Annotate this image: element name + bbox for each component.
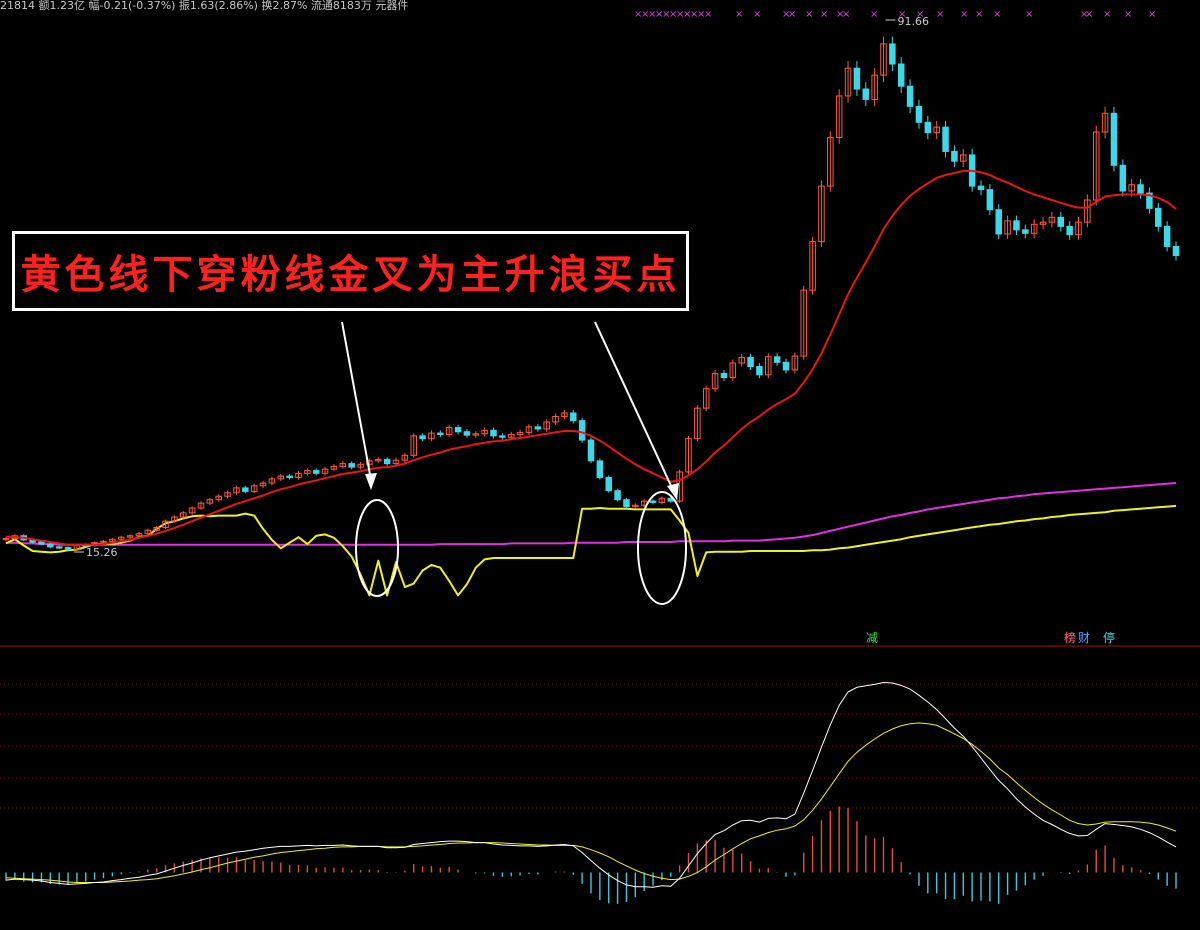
candle-body bbox=[312, 470, 320, 474]
candle-body bbox=[756, 366, 763, 376]
info-bar: 21814 额1.23亿 幅-0.21(-0.37%) 振1.63(2.86%)… bbox=[0, 0, 412, 12]
top-cross-marker: × bbox=[1085, 9, 1093, 20]
top-cross-marker: × bbox=[1124, 9, 1132, 20]
candle-body bbox=[47, 543, 54, 548]
candle-body bbox=[490, 429, 497, 437]
stock-chart-stage: 91.66 15.26 × × × × × × × × × × × × × × × × × × × × × × × × × × × × × ×… bbox=[0, 0, 1200, 930]
candle-body bbox=[578, 420, 586, 441]
candle-body bbox=[1057, 216, 1065, 227]
candle-body bbox=[454, 427, 462, 433]
candle-body bbox=[1172, 245, 1180, 257]
top-cross-marker: × bbox=[993, 9, 1001, 20]
candle-body bbox=[1163, 225, 1171, 247]
candle-body bbox=[286, 475, 293, 478]
candle-body bbox=[773, 356, 781, 363]
cai-tag: 财 bbox=[1078, 631, 1091, 645]
candle-body bbox=[1110, 112, 1118, 166]
candle-body bbox=[55, 546, 63, 549]
candle-body bbox=[977, 185, 985, 191]
pointer-arrow-left bbox=[341, 321, 372, 481]
top-cross-marker: × bbox=[898, 9, 906, 20]
candle-body bbox=[534, 426, 542, 430]
candle-body bbox=[242, 487, 249, 492]
candle-body bbox=[942, 126, 949, 152]
top-cross-marker: × bbox=[870, 9, 878, 20]
crossover-circle-left bbox=[355, 499, 399, 597]
candle-body bbox=[951, 150, 958, 162]
candle-body bbox=[995, 209, 1002, 235]
top-cross-marker: × bbox=[916, 9, 924, 20]
pointer-arrow-right bbox=[594, 321, 674, 491]
candle-body bbox=[614, 490, 621, 501]
top-cross-marker: × bbox=[1148, 9, 1156, 20]
candle-body bbox=[853, 67, 861, 90]
ting-tag: 停 bbox=[1103, 631, 1116, 645]
low-price-label: 15.26 bbox=[86, 546, 118, 559]
top-cross-marker: × bbox=[820, 9, 828, 20]
candle-body bbox=[419, 435, 426, 440]
macd-dea-line bbox=[5, 722, 1177, 883]
candle-body bbox=[782, 361, 790, 371]
candle-body bbox=[499, 435, 506, 438]
candle-body bbox=[747, 356, 754, 368]
top-cross-marker: × bbox=[704, 9, 712, 20]
candle-body bbox=[348, 463, 355, 468]
candle-body bbox=[897, 63, 905, 87]
candle-body bbox=[649, 500, 657, 503]
top-cross-marker: × bbox=[960, 9, 968, 20]
top-cross-marker: × bbox=[936, 9, 944, 20]
candle-body bbox=[64, 547, 72, 551]
candle-body bbox=[596, 460, 604, 478]
candle-body bbox=[986, 189, 994, 211]
signal-line bbox=[5, 504, 1177, 597]
top-cross-marker: × bbox=[975, 9, 983, 20]
candle-body bbox=[1137, 184, 1144, 194]
candle-body bbox=[570, 412, 577, 422]
callout-text: 黄色线下穿粉线金叉为主升浪买点 bbox=[20, 251, 681, 298]
top-cross-marker: × bbox=[1103, 9, 1111, 20]
sell-signal-tag: 减 bbox=[866, 631, 879, 645]
candle-body bbox=[383, 458, 391, 465]
info-bar-text: 21814 额1.23亿 幅-0.21(-0.37%) 振1.63(2.86%)… bbox=[0, 0, 409, 12]
candle-body bbox=[1155, 207, 1162, 227]
pointer-arrowhead-left bbox=[365, 473, 377, 490]
top-cross-marker: × bbox=[735, 9, 743, 20]
candle-body bbox=[915, 105, 923, 123]
top-cross-marker: × bbox=[805, 9, 813, 20]
candle-body bbox=[605, 476, 612, 492]
candle-body bbox=[862, 88, 870, 100]
candle-body bbox=[587, 439, 595, 462]
candle-body bbox=[1066, 225, 1073, 236]
candle-body bbox=[1013, 220, 1020, 231]
top-cross-marker: × bbox=[753, 9, 761, 20]
candle-body bbox=[437, 432, 444, 435]
candle-body bbox=[924, 121, 932, 134]
top-cross-marker: × bbox=[788, 9, 796, 20]
candle-body bbox=[463, 431, 471, 436]
bang-tag: 榜 bbox=[1064, 631, 1077, 645]
chart-canvas: 91.6615.26××××××××××× × × ×× × × ×× × × × × × × × × ×× ×… bbox=[0, 9, 1200, 904]
candle-body bbox=[906, 85, 914, 107]
candle-body bbox=[623, 499, 630, 508]
macd-dif-line bbox=[5, 682, 1177, 888]
candle-body bbox=[720, 372, 728, 379]
candle-body bbox=[38, 541, 45, 545]
candle-body bbox=[1119, 164, 1127, 192]
ma-long-line bbox=[6, 482, 1177, 546]
top-cross-marker: × bbox=[1025, 9, 1033, 20]
candle-body bbox=[1022, 229, 1029, 234]
annotation-callout: 黄色线下穿粉线金叉为主升浪买点 bbox=[12, 231, 689, 311]
top-cross-marker: × bbox=[842, 9, 850, 20]
candle-body bbox=[889, 43, 896, 65]
